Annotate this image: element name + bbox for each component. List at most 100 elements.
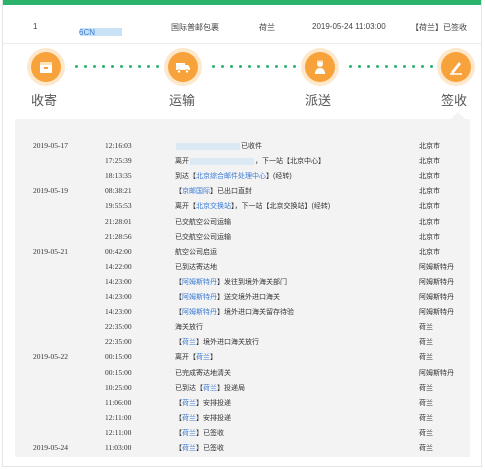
event-text: 已到达寄达地 (175, 263, 217, 271)
truck-icon (168, 52, 198, 82)
place-link[interactable]: 北京综合邮件处理中心 (196, 173, 266, 180)
tracking-row: 2019-05-22 00:15:00 离开【荷兰】 荷兰 (15, 348, 470, 363)
event-text: 】送交境外进口海关 (217, 294, 280, 301)
event-description: 【荷兰】已签收 (175, 428, 224, 438)
event-location: 北京市 (419, 248, 440, 256)
step-connector (349, 65, 439, 69)
event-location: 北京市 (419, 233, 440, 241)
place-link[interactable]: 京邮国际 (182, 188, 210, 195)
place-link[interactable]: 荷兰 (182, 339, 196, 346)
event-location: 阿姆斯特丹 (419, 278, 454, 286)
place-link[interactable]: 荷兰 (182, 445, 196, 452)
event-description: 到达【北京综合邮件处理中心】(经转) (175, 171, 292, 181)
step-label-signed: 签收 (441, 93, 468, 108)
event-text: 【 (175, 429, 182, 437)
event-description: 离开【北京交换站】，下一站【北京交换站】(经转) (175, 201, 330, 211)
event-description: 【阿姆斯特丹】送交境外进口海关 (175, 292, 280, 302)
waybill-suffix: 6CN (79, 28, 96, 37)
event-text: 】 (210, 354, 217, 362)
event-location: 荷兰 (419, 399, 433, 407)
redaction-mask (176, 142, 240, 150)
event-description: 已完成寄达地清关 (175, 368, 231, 378)
tracking-row: 18:13:35 到达【北京综合邮件处理中心】(经转) 北京市 (15, 167, 470, 182)
event-location: 荷兰 (419, 339, 433, 347)
tracking-row: 2019-05-21 00:42:00 航空公司启运 北京市 (15, 243, 470, 258)
destination: 荷兰 (259, 23, 275, 32)
event-description: 已交航空公司运输 (175, 232, 231, 242)
event-description: 离开 ，下一站【北京中心】 (175, 156, 325, 166)
event-time: 12:16:03 (105, 141, 132, 150)
event-text: 【 (175, 339, 182, 347)
event-time: 19:55:53 (105, 201, 132, 211)
event-text: 【 (175, 399, 182, 407)
event-location: 北京市 (419, 218, 440, 226)
event-text: 海关放行 (175, 324, 203, 332)
event-date: 2019-05-22 (33, 352, 68, 362)
event-time: 22:35:00 (105, 322, 132, 332)
event-location: 北京市 (419, 143, 440, 150)
mail-type: 国际普邮包裹 (171, 23, 219, 32)
step-label-delivery: 派送 (305, 93, 332, 108)
place-link[interactable]: 荷兰 (182, 400, 196, 407)
event-text: 已到达【 (175, 384, 203, 392)
event-time: 12:11:00 (105, 412, 132, 422)
place-link[interactable]: 阿姆斯特丹 (182, 279, 217, 286)
event-description: 已交航空公司运输 (175, 217, 231, 227)
tracking-row: 00:15:00 已完成寄达地清关 阿姆斯特丹 (15, 364, 470, 379)
event-text: 离开【 (175, 203, 196, 211)
event-description: 【阿姆斯特丹】发往到境外海关部门 (175, 277, 287, 287)
place-link[interactable]: 阿姆斯特丹 (182, 294, 217, 301)
event-text: 【 (175, 414, 182, 422)
place-link[interactable]: 北京交换站 (196, 203, 231, 210)
summary-row[interactable]: 1 CP6CN 国际普邮包裹 荷兰 2019-05-24 11:03:00 【荷… (3, 16, 481, 38)
tracking-row: 12:11:00 【荷兰】已签收 荷兰 (15, 424, 470, 439)
sign-icon (441, 52, 471, 82)
event-text: ，下一站【北京中心】 (255, 158, 325, 166)
event-text: 】已签收 (196, 429, 224, 437)
event-text: 】境外进口海关留存待验 (217, 309, 294, 317)
tracking-row: 12:11:00 【荷兰】安排投递 荷兰 (15, 409, 470, 424)
event-location: 荷兰 (419, 414, 433, 422)
event-time: 18:13:35 (105, 171, 132, 181)
event-time: 00:15:00 (105, 352, 132, 362)
event-description: 【京邮国际】已出口直封 (175, 186, 252, 196)
event-location: 阿姆斯特丹 (419, 369, 454, 377)
place-link[interactable]: 荷兰 (203, 385, 217, 392)
event-text: 】投递局 (217, 384, 245, 392)
event-location: 阿姆斯特丹 (419, 263, 454, 271)
event-time: 00:15:00 (105, 367, 132, 377)
event-location: 阿姆斯特丹 (419, 294, 454, 301)
divider (3, 43, 481, 44)
event-description: 【荷兰】安排投递 (175, 413, 231, 423)
event-time: 22:35:00 (105, 337, 132, 347)
place-link[interactable]: 荷兰 (196, 354, 210, 361)
event-description: 离开【荷兰】 (175, 352, 217, 362)
event-time: 00:42:00 (105, 246, 132, 256)
event-description: 已到达【荷兰】投递局 (175, 383, 245, 393)
event-time: 14:23:00 (105, 292, 132, 301)
event-text: 已交航空公司运输 (175, 233, 231, 241)
event-time: 14:23:00 (105, 307, 132, 317)
current-status: 【荷兰】已签收 (411, 23, 467, 32)
event-date: 2019-05-21 (33, 246, 68, 256)
place-link[interactable]: 阿姆斯特丹 (182, 309, 217, 316)
redaction-mask (190, 157, 254, 165)
event-text: 【 (175, 278, 182, 286)
event-text: 【 (175, 445, 182, 452)
tracking-row: 14:22:00 已到达寄达地 阿姆斯特丹 (15, 258, 470, 273)
event-description: 已收件 (175, 141, 262, 151)
event-location: 荷兰 (419, 445, 433, 452)
event-location: 北京市 (419, 203, 440, 211)
box-icon (31, 52, 61, 82)
tracking-row: 14:23:00 【阿姆斯特丹】境外进口海关留存待验 阿姆斯特丹 (15, 303, 470, 318)
event-text: 【 (175, 294, 182, 301)
place-link[interactable]: 荷兰 (182, 415, 196, 422)
event-time: 11:03:00 (105, 443, 132, 452)
event-text: 】安排投递 (196, 414, 231, 422)
summary-no: 1 (33, 22, 38, 31)
event-time: 21:28:01 (105, 216, 132, 226)
event-description: 【荷兰】安排投递 (175, 398, 231, 408)
event-text: 到达【 (175, 173, 196, 181)
event-date: 2019-05-17 (33, 141, 68, 150)
place-link[interactable]: 荷兰 (182, 430, 196, 437)
